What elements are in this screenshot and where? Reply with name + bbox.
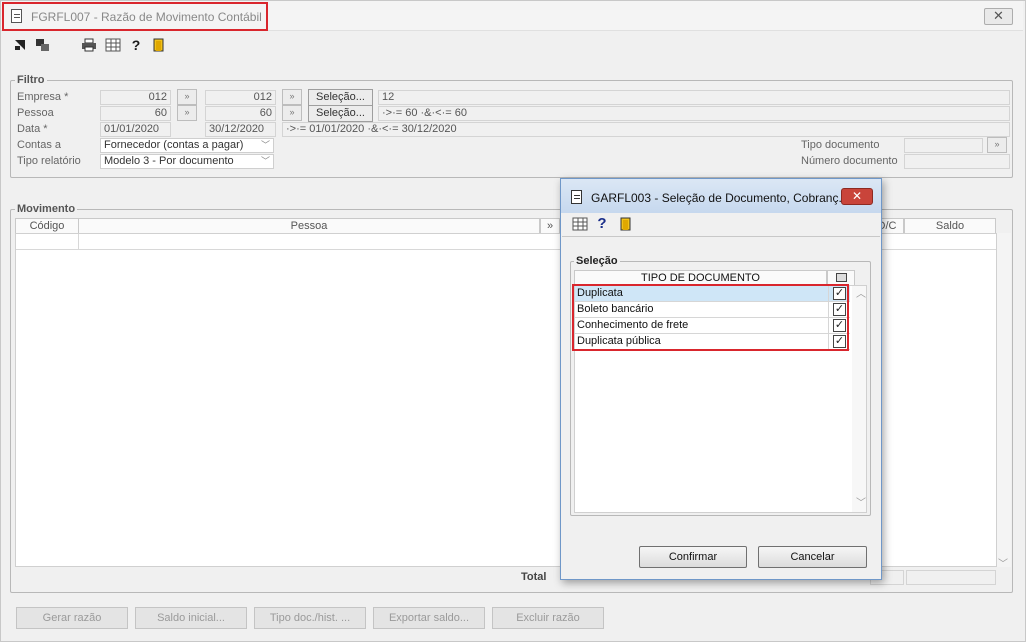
scroll-down-icon[interactable]: ﹀ <box>856 494 866 509</box>
empresa-selecao-button[interactable]: Seleção... <box>308 89 373 106</box>
contas-select[interactable]: Fornecedor (contas a pagar) ﹀ <box>100 138 274 153</box>
exit-door-icon[interactable] <box>151 38 167 54</box>
col-header-codigo[interactable]: Código <box>15 218 79 234</box>
scroll-down-icon[interactable]: ﹀ <box>998 555 1008 570</box>
movimento-legend: Movimento <box>15 203 78 215</box>
grid-scrollbar[interactable] <box>997 233 1011 567</box>
pessoa-selecao-button[interactable]: Seleção... <box>308 105 373 122</box>
document-icon <box>571 190 582 204</box>
exportar-saldo-button[interactable]: Exportar saldo... <box>373 607 485 629</box>
pessoa-lookup-to-button[interactable]: » <box>282 105 302 121</box>
col-header-saldo[interactable]: Saldo <box>904 218 996 234</box>
total-saldo-field <box>906 570 996 585</box>
pessoa-label: Pessoa <box>17 107 54 119</box>
empresa-label: Empresa * <box>17 91 69 103</box>
exit-door-icon[interactable] <box>618 217 634 233</box>
contas-label: Contas a <box>17 139 62 151</box>
tipo-documento-label: Tipo documento <box>801 139 880 151</box>
dialog-title: GARFL003 - Seleção de Documento, Cobranç… <box>591 191 849 205</box>
selecao-legend: Seleção <box>574 255 620 267</box>
data-label: Data * <box>17 123 48 135</box>
empresa-from-field[interactable]: 012 <box>100 90 171 105</box>
col-header-pessoa[interactable]: Pessoa <box>78 218 540 234</box>
chevron-down-icon: ﹀ <box>260 140 270 150</box>
confirmar-button[interactable]: Confirmar <box>639 546 747 568</box>
tipo-documento-field[interactable] <box>904 138 983 153</box>
grid-icon[interactable] <box>572 217 588 233</box>
grid-icon[interactable] <box>105 38 121 54</box>
numero-documento-label: Número documento <box>801 155 898 167</box>
dialog-close-button[interactable]: ✕ <box>841 188 873 205</box>
scroll-up-icon[interactable]: ︿ <box>856 285 866 300</box>
tipo-relatorio-select[interactable]: Modelo 3 - Por documento ﹀ <box>100 154 274 169</box>
total-label: Total <box>521 571 547 583</box>
list-scrollbar[interactable] <box>852 286 866 512</box>
tipo-documento-lookup-button[interactable]: » <box>987 137 1007 153</box>
empresa-lookup-button[interactable]: » <box>177 89 197 105</box>
toolbar-divider <box>562 236 880 237</box>
pessoa-from-field[interactable]: 60 <box>100 106 171 121</box>
window-close-button[interactable]: ✕ <box>984 8 1013 25</box>
arrow-in-icon[interactable] <box>12 38 28 54</box>
contas-value: Fornecedor (contas a pagar) <box>104 139 244 151</box>
data-to-field[interactable]: 30/12/2020 <box>205 122 276 137</box>
data-from-field[interactable]: 01/01/2020 <box>100 122 171 137</box>
tipo-relatorio-value: Modelo 3 - Por documento <box>104 155 234 167</box>
gerar-razao-button[interactable]: Gerar razão <box>16 607 128 629</box>
copy-icon[interactable] <box>35 38 51 54</box>
selecao-documento-dialog: GARFL003 - Seleção de Documento, Cobranç… <box>560 178 882 580</box>
empresa-selection-field: 12 <box>378 90 1010 105</box>
tipo-doc-hist-button[interactable]: Tipo doc./hist. ... <box>254 607 366 629</box>
empresa-to-field[interactable]: 012 <box>205 90 276 105</box>
tipo-relatorio-label: Tipo relatório <box>17 155 81 167</box>
numero-documento-field[interactable] <box>904 154 1010 169</box>
row-divider <box>78 234 79 250</box>
col-header-toggle[interactable]: » <box>540 218 560 234</box>
title-highlight-box <box>2 2 268 31</box>
data-selection-field: ·>·= 01/01/2020 ·&·<·= 30/12/2020 <box>282 122 1010 137</box>
empresa-lookup-to-button[interactable]: » <box>282 89 302 105</box>
check-all-box[interactable] <box>836 273 847 282</box>
saldo-inicial-button[interactable]: Saldo inicial... <box>135 607 247 629</box>
list-highlight-box <box>572 284 849 351</box>
help-icon[interactable]: ? <box>594 216 610 232</box>
cancelar-button[interactable]: Cancelar <box>758 546 867 568</box>
pessoa-selection-field: ·>·= 60 ·&·<·= 60 <box>378 106 1010 121</box>
excluir-razao-button[interactable]: Excluir razão <box>492 607 604 629</box>
confirmar-label: Confirmar <box>668 551 718 563</box>
cancelar-label: Cancelar <box>790 551 835 563</box>
filtro-legend: Filtro <box>15 74 47 86</box>
pessoa-lookup-button[interactable]: » <box>177 105 197 121</box>
chevron-down-icon: ﹀ <box>260 156 270 166</box>
pessoa-to-field[interactable]: 60 <box>205 106 276 121</box>
print-icon[interactable] <box>81 38 97 54</box>
help-icon[interactable]: ? <box>128 37 144 53</box>
